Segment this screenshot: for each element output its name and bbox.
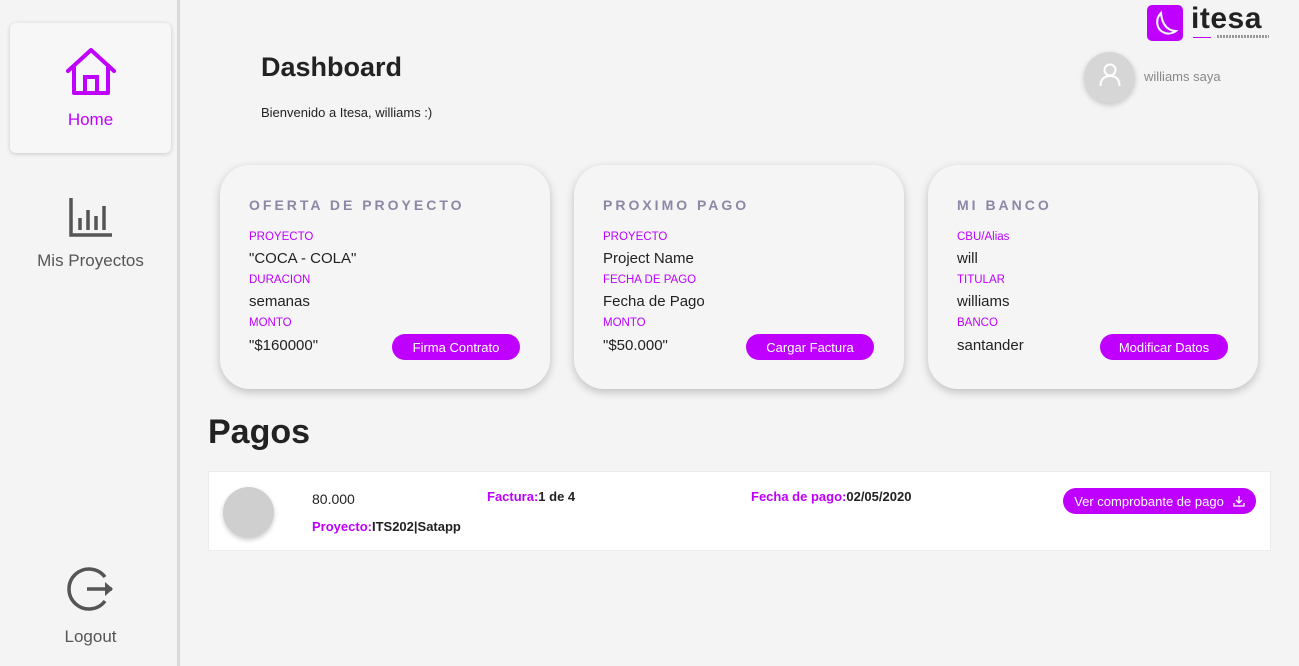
pago-fecha-label: Fecha de pago: bbox=[751, 489, 847, 504]
list-item: 80.000 Proyecto:ITS202|Satapp Factura:1 … bbox=[208, 471, 1271, 551]
cargar-factura-button[interactable]: Cargar Factura bbox=[746, 334, 874, 360]
card-title: PROXIMO PAGO bbox=[603, 197, 750, 213]
pago-amount: 80.000 bbox=[312, 491, 355, 507]
user-icon bbox=[1099, 63, 1121, 92]
logout-icon bbox=[65, 564, 117, 619]
ver-comprobante-label: Ver comprobante de pago bbox=[1074, 493, 1224, 509]
firma-contrato-button[interactable]: Firma Contrato bbox=[392, 334, 520, 360]
sidebar: Home Mis Proyectos Logout bbox=[0, 0, 180, 666]
pago-factura-label: Factura: bbox=[487, 489, 539, 504]
field-label-monto: MONTO bbox=[249, 317, 292, 329]
welcome-message: Bienvenido a Itesa, williams :) bbox=[261, 105, 433, 120]
pago-project-value: ITS202|Satapp bbox=[371, 519, 461, 534]
logout-button[interactable]: Logout bbox=[10, 540, 171, 666]
page-title: Dashboard bbox=[261, 52, 403, 82]
field-value-titular: williams bbox=[957, 293, 1010, 310]
field-value-proyecto: "COCA - COLA" bbox=[249, 250, 357, 267]
download-icon bbox=[1233, 496, 1245, 507]
field-label-proyecto: PROYECTO bbox=[249, 231, 314, 243]
field-label-fecha-de-pago: FECHA DE PAGO bbox=[603, 274, 697, 286]
logout-label: Logout bbox=[64, 626, 117, 646]
field-value-duracion: semanas bbox=[249, 293, 310, 310]
field-label-monto: MONTO bbox=[603, 317, 646, 329]
pago-fecha-value: 02/05/2020 bbox=[846, 489, 912, 504]
pago-factura-value: 1 de 4 bbox=[538, 489, 576, 504]
logo-tagline bbox=[1193, 35, 1271, 39]
user-profile[interactable]: williams saya bbox=[1084, 52, 1221, 103]
card-oferta-proyecto: OFERTA DE PROYECTO PROYECTO "COCA - COLA… bbox=[220, 165, 550, 389]
itesa-logo: itesa bbox=[1147, 2, 1271, 43]
pago-factura: Factura:1 de 4 bbox=[487, 489, 575, 504]
field-value-monto: "$160000" bbox=[249, 337, 319, 354]
sidebar-item-label: Home bbox=[67, 109, 114, 129]
field-value-fecha-de-pago: Fecha de Pago bbox=[603, 293, 705, 310]
ver-comprobante-button[interactable]: Ver comprobante de pago bbox=[1063, 488, 1256, 514]
field-value-banco: santander bbox=[957, 337, 1024, 354]
avatar[interactable] bbox=[1084, 52, 1135, 103]
card-title: MI BANCO bbox=[957, 197, 1052, 213]
field-value-cbu-alias: will bbox=[957, 250, 978, 267]
field-label-titular: TITULAR bbox=[957, 274, 1005, 286]
sidebar-item-label: Mis Proyectos bbox=[37, 250, 144, 270]
avatar bbox=[223, 487, 274, 538]
pago-project: Proyecto:ITS202|Satapp bbox=[312, 519, 461, 534]
field-label-proyecto: PROYECTO bbox=[603, 231, 668, 243]
user-name: williams saya bbox=[1144, 69, 1221, 84]
field-value-monto: "$50.000" bbox=[603, 337, 668, 354]
field-label-duracion: DURACION bbox=[249, 274, 311, 286]
logo-text: itesa bbox=[1191, 2, 1262, 35]
logo-mark-icon bbox=[1147, 5, 1183, 41]
card-mi-banco: MI BANCO CBU/Alias will TITULAR williams… bbox=[928, 165, 1258, 389]
pago-fecha: Fecha de pago:02/05/2020 bbox=[751, 489, 911, 504]
sidebar-item-mis-proyectos[interactable]: Mis Proyectos bbox=[10, 168, 171, 298]
modificar-datos-button[interactable]: Modificar Datos bbox=[1100, 334, 1228, 360]
pago-project-label: Proyecto: bbox=[312, 519, 372, 534]
field-label-banco: BANCO bbox=[957, 317, 998, 329]
card-title: OFERTA DE PROYECTO bbox=[249, 197, 465, 213]
field-label-cbu-alias: CBU/Alias bbox=[957, 231, 1010, 243]
pagos-title: Pagos bbox=[208, 413, 311, 451]
sidebar-item-home[interactable]: Home bbox=[10, 23, 171, 153]
bar-chart-icon bbox=[68, 196, 114, 243]
home-icon bbox=[64, 47, 118, 102]
field-value-proyecto: Project Name bbox=[603, 250, 694, 267]
card-proximo-pago: PROXIMO PAGO PROYECTO Project Name FECHA… bbox=[574, 165, 904, 389]
